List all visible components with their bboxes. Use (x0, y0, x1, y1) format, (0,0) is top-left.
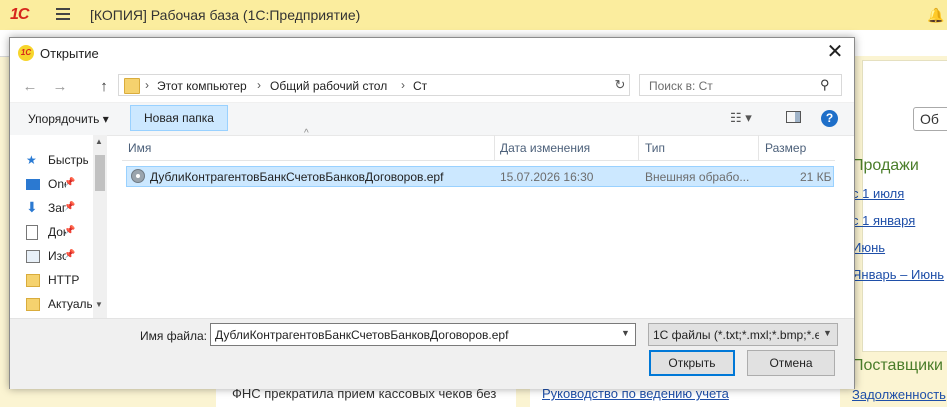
download-icon: ⬇ (26, 199, 38, 215)
up-arrow-icon[interactable]: ↑ (94, 78, 114, 95)
column-divider[interactable] (638, 135, 639, 160)
filter-value: 1С файлы (*.txt;*.mxl;*.bmp;*.epf) (653, 328, 819, 342)
pin-icon: 📌 (64, 249, 76, 259)
file-size: 21 КБ (800, 170, 832, 184)
sales-heading: Продажи (852, 157, 919, 174)
dialog-toolbar: Упорядочить ▾ Новая папка ☷ ▾ ? (10, 102, 854, 136)
nav-item-label: HTTP (48, 273, 80, 287)
pin-icon: 📌 (64, 177, 76, 187)
image-icon (26, 250, 40, 263)
cancel-button[interactable]: Отмена (747, 350, 835, 376)
back-arrow-icon[interactable]: ← (20, 78, 40, 95)
sales-link[interactable]: Июнь (852, 240, 885, 255)
bell-icon[interactable]: 🔔 (927, 7, 947, 25)
column-date[interactable]: Дата изменения (500, 141, 590, 155)
address-bar[interactable]: › Этот компьютер › Общий рабочий стол › … (118, 74, 630, 96)
breadcrumb-item[interactable]: Этот компьютер (157, 79, 247, 93)
search-icon: ⚲ (820, 77, 830, 92)
column-divider[interactable] (758, 135, 759, 160)
filename-input[interactable]: ДублиКонтрагентовБанкСчетовБанковДоговор… (210, 323, 636, 346)
app-logo-icon: 1С (18, 45, 34, 61)
app-right-card (862, 60, 947, 352)
file-list-header: Имя Дата изменения Тип Размер (122, 135, 835, 161)
view-options-button[interactable]: ☷ ▾ (730, 110, 752, 126)
sales-link[interactable]: с 1 января (852, 213, 915, 228)
chevron-down-icon[interactable]: ▼ (823, 328, 832, 338)
chevron-right-icon: › (257, 78, 261, 92)
file-name: ДублиКонтрагентовБанкСчетовБанковДоговор… (150, 170, 444, 184)
file-date: 15.07.2026 16:30 (500, 170, 594, 184)
suppliers-link[interactable]: Задолженность (852, 387, 946, 402)
app-right-button[interactable]: Об (913, 107, 947, 131)
scroll-up-icon[interactable]: ▲ (95, 137, 103, 146)
close-icon[interactable]: ✕ (824, 42, 846, 63)
file-row[interactable]: ДублиКонтрагентовБанкСчетовБанковДоговор… (126, 166, 834, 187)
suppliers-heading: Поставщики (852, 357, 943, 374)
app-logo: 1С (10, 6, 29, 23)
column-size[interactable]: Размер (765, 141, 806, 155)
search-input[interactable]: Поиск в: Ст ⚲ (639, 74, 842, 96)
column-name[interactable]: Имя (128, 141, 151, 155)
pin-icon: 📌 (64, 201, 76, 211)
dialog-titlebar: 1С Открытие ✕ (10, 38, 854, 68)
column-type[interactable]: Тип (645, 141, 665, 155)
gear-file-icon (131, 169, 145, 183)
folder-icon (26, 298, 40, 311)
forward-arrow-icon[interactable]: → (50, 78, 70, 95)
chevron-right-icon: › (401, 78, 405, 92)
new-folder-button[interactable]: Новая папка (130, 105, 228, 131)
column-divider[interactable] (494, 135, 495, 160)
filename-label: Имя файла: (140, 329, 207, 343)
sales-link[interactable]: Январь – Июнь (852, 267, 944, 282)
scroll-down-icon[interactable]: ▼ (95, 300, 103, 309)
nav-item-label: Актуальное (48, 297, 92, 311)
dialog-title: Открытие (40, 46, 99, 61)
dialog-footer: Имя файла: ДублиКонтрагентовБанкСчетовБа… (10, 318, 854, 389)
filename-value: ДублиКонтрагентовБанкСчетовБанковДоговор… (215, 328, 509, 342)
help-icon[interactable]: ? (821, 110, 838, 127)
nav-item-label: Быстрый доступ (48, 153, 88, 167)
open-button[interactable]: Открыть (649, 350, 735, 376)
folder-icon (124, 78, 140, 94)
nav-scrollbar-thumb[interactable] (95, 155, 105, 191)
app-title: [КОПИЯ] Рабочая база (1С:Предприятие) (90, 7, 361, 23)
desktop-icon (26, 179, 40, 190)
document-icon (26, 225, 38, 240)
breadcrumb-item[interactable]: Общий рабочий стол (270, 79, 387, 93)
pin-icon: 📌 (64, 225, 76, 235)
menu-icon[interactable] (56, 8, 70, 20)
breadcrumb-item[interactable]: Ст (413, 79, 427, 93)
file-type-filter[interactable]: 1С файлы (*.txt;*.mxl;*.bmp;*.epf) ▼ (648, 323, 838, 346)
open-file-dialog: 1С Открытие ✕ ← → ↑ › Этот компьютер › О… (9, 37, 855, 389)
refresh-icon[interactable]: ↻ (610, 75, 630, 95)
sales-link[interactable]: с 1 июля (852, 186, 904, 201)
preview-pane-icon[interactable] (786, 111, 801, 123)
chevron-down-icon[interactable]: ▼ (621, 328, 630, 338)
star-icon: ★ (26, 153, 37, 167)
folder-icon (26, 274, 40, 287)
file-type: Внешняя обрабо... (645, 170, 750, 184)
search-placeholder: Поиск в: Ст (649, 79, 713, 93)
chevron-right-icon: › (145, 78, 149, 92)
organize-button[interactable]: Упорядочить ▾ (28, 112, 109, 126)
